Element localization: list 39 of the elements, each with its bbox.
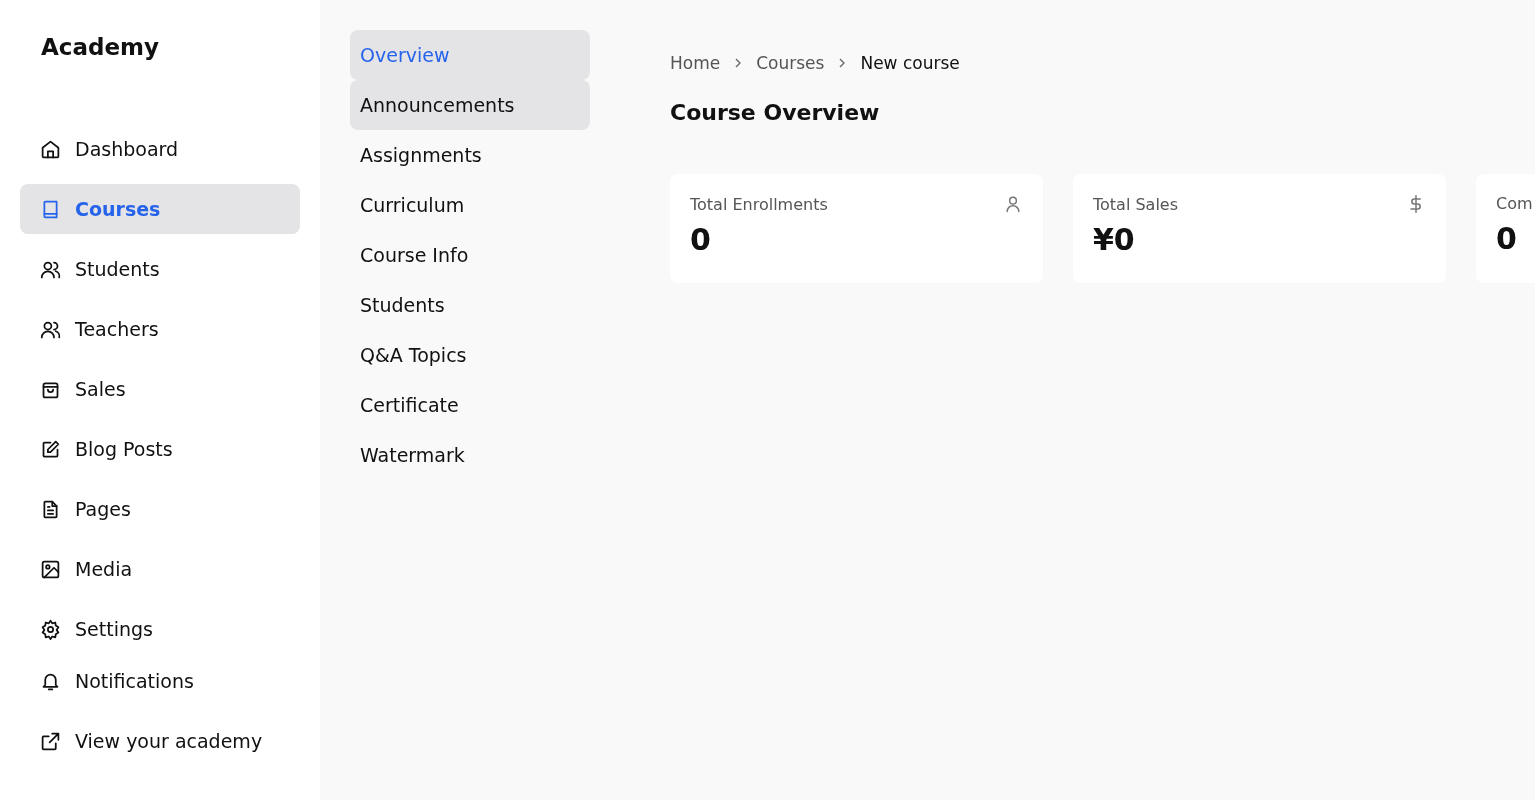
sidebar-item[interactable]: Dashboard <box>20 124 300 174</box>
stat-value: 0 <box>690 222 712 257</box>
sidebar-item[interactable]: Courses <box>20 184 300 234</box>
course-nav-item[interactable]: Curriculum <box>350 180 590 230</box>
stat-label: Total Enrollments <box>690 194 828 214</box>
course-nav-item[interactable]: Course Info <box>350 230 590 280</box>
sidebar-item[interactable]: Teachers <box>20 304 300 354</box>
sidebar-item[interactable]: Notifications <box>20 656 300 706</box>
course-nav-item[interactable]: Watermark <box>350 430 590 480</box>
stat-label: Total Sales <box>1093 194 1179 214</box>
page-title: Course Overview <box>670 100 881 127</box>
course-nav-item[interactable]: Q&A Topics <box>350 330 590 380</box>
sidebar-item[interactable]: Students <box>20 244 300 294</box>
sidebar-item[interactable]: Media <box>20 544 300 594</box>
gear-icon <box>40 618 61 640</box>
sidebar-item[interactable]: View your academy <box>20 716 300 766</box>
external-icon <box>40 730 61 752</box>
breadcrumb-link[interactable]: Home <box>670 53 721 73</box>
course-nav-item[interactable]: Certificate <box>350 380 590 430</box>
sidebar-item[interactable]: Sales <box>20 364 300 414</box>
sidebar-item[interactable]: Settings <box>20 604 300 654</box>
person-icon <box>1003 194 1023 214</box>
sidebar-item[interactable]: Blog Posts <box>20 424 300 474</box>
stat-label: Com <box>1496 194 1533 213</box>
course-nav-item[interactable]: Assignments <box>350 130 590 180</box>
brand-title: Academy <box>41 34 160 62</box>
course-nav-item[interactable]: Students <box>350 280 590 330</box>
course-nav-item[interactable]: Overview <box>350 30 590 80</box>
edit-icon <box>40 438 61 460</box>
sidebar-item[interactable]: Pages <box>20 484 300 534</box>
image-icon <box>40 558 61 580</box>
course-nav-item[interactable]: Announcements <box>350 80 590 130</box>
breadcrumb-link[interactable]: New course <box>860 53 960 73</box>
book-icon <box>40 198 61 220</box>
home-icon <box>40 138 61 160</box>
breadcrumb-link[interactable]: Courses <box>756 53 825 73</box>
stat-value: 0 <box>1496 221 1518 256</box>
file-icon <box>40 498 61 520</box>
stat-value: ¥0 <box>1093 222 1136 257</box>
